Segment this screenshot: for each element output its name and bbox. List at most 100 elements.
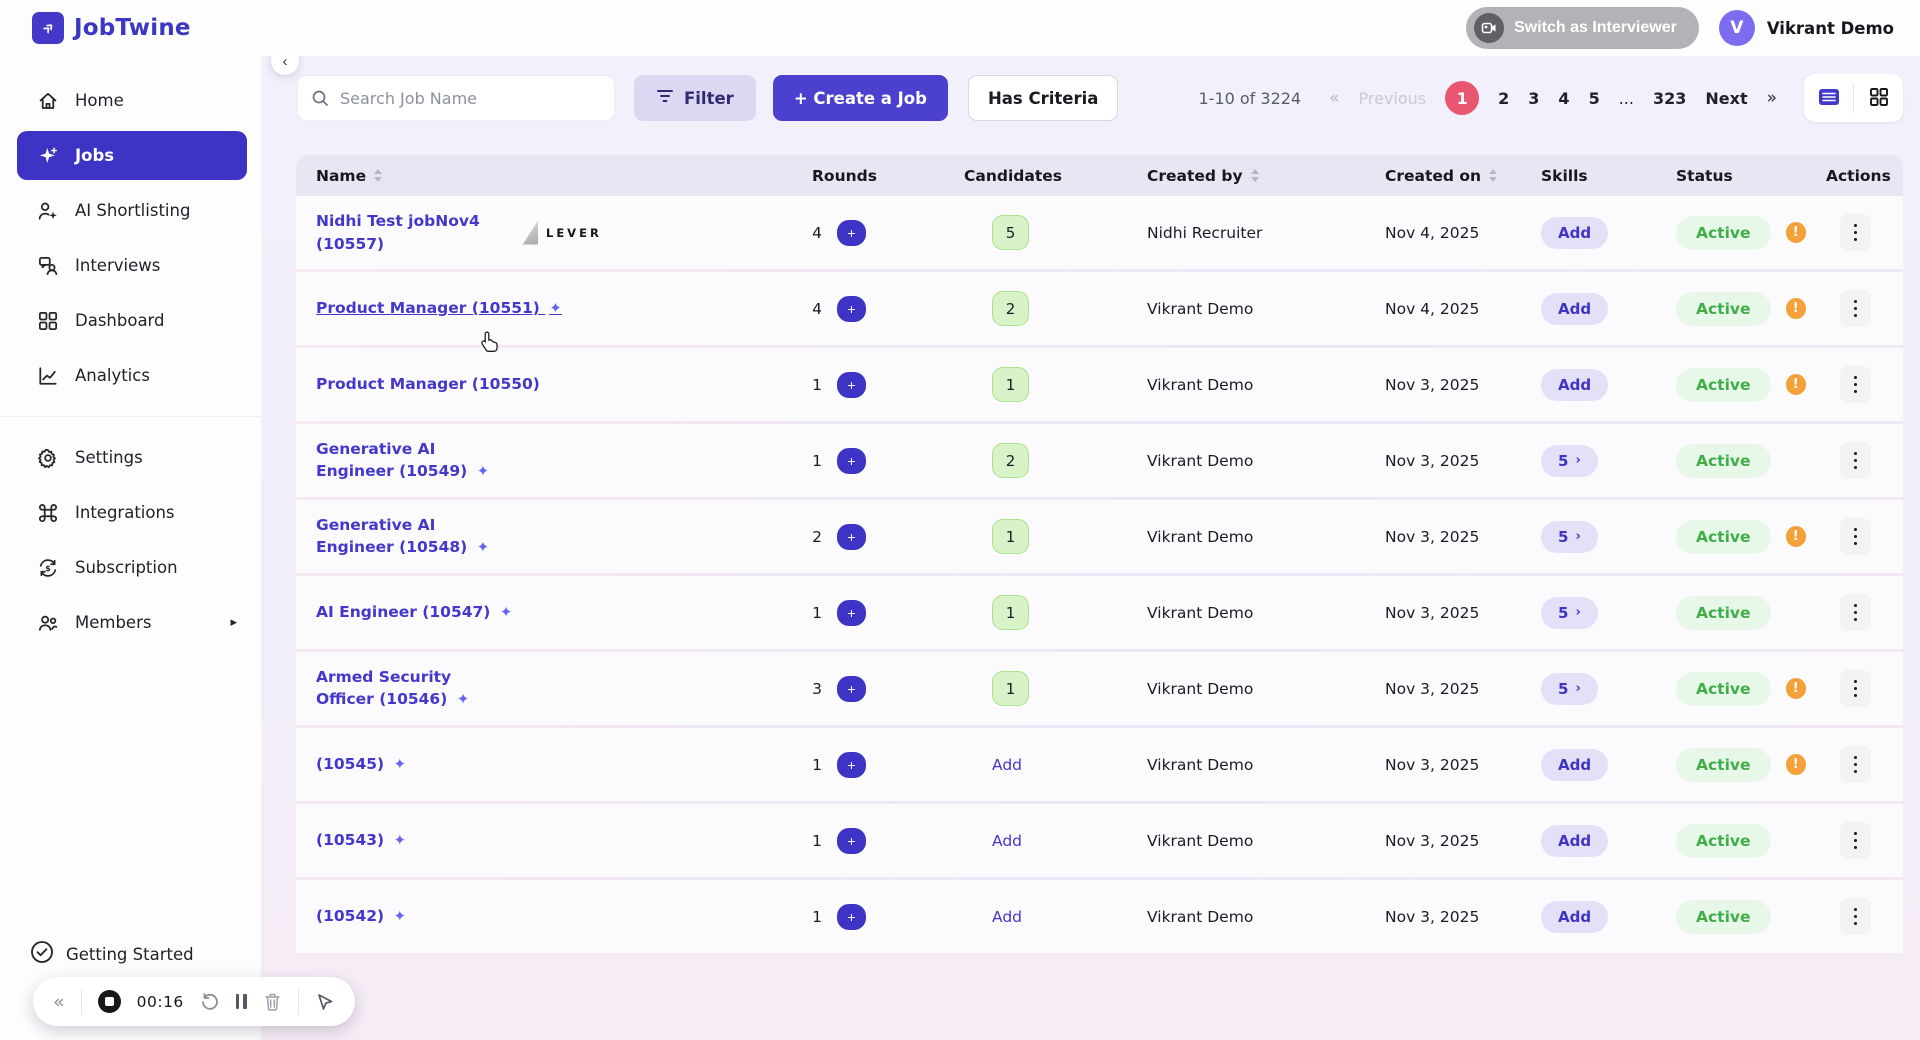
column-header-created-by[interactable]: Created by <box>1127 167 1365 185</box>
grid-view-button[interactable] <box>1854 74 1903 122</box>
sidebar-item-settings[interactable]: Settings <box>17 433 247 482</box>
pagination-next[interactable]: Next <box>1705 89 1747 108</box>
restart-recording-icon[interactable] <box>200 992 220 1012</box>
add-skills-pill[interactable]: Add <box>1541 825 1608 857</box>
candidates-count-pill[interactable]: 5 <box>992 215 1029 250</box>
add-skills-pill[interactable]: Add <box>1541 369 1608 401</box>
user-menu[interactable]: V Vikrant Demo <box>1719 10 1894 46</box>
add-skills-pill[interactable]: Add <box>1541 217 1608 249</box>
job-name-link[interactable]: Generative AI Engineer (10548) ✦ <box>316 514 496 559</box>
sidebar-item-dashboard[interactable]: Dashboard <box>17 296 247 345</box>
add-round-button[interactable]: + <box>837 524 866 550</box>
sort-icon[interactable] <box>1489 169 1497 182</box>
cell-skills: Add <box>1521 825 1656 857</box>
row-actions-menu-button[interactable] <box>1840 822 1871 859</box>
skills-count-pill[interactable]: 5› <box>1541 673 1598 705</box>
candidates-count-pill[interactable]: 2 <box>992 291 1029 326</box>
sidebar-item-integrations[interactable]: Integrations <box>17 488 247 537</box>
candidates-count-pill[interactable]: 1 <box>992 519 1029 554</box>
job-name-link[interactable]: (10545) ✦ <box>316 753 406 776</box>
candidates-count-pill[interactable]: 1 <box>992 671 1029 706</box>
pagination-prev-symbol[interactable]: « <box>1329 88 1339 108</box>
job-name-link[interactable]: Nidhi Test jobNov4 (10557) <box>316 210 496 255</box>
add-candidates-link[interactable]: Add <box>992 908 1022 926</box>
cell-rounds: 1 + <box>792 904 944 930</box>
candidates-count-pill[interactable]: 1 <box>992 367 1029 402</box>
lever-integration-logo: LEVER <box>520 221 602 245</box>
candidates-count-pill[interactable]: 1 <box>992 595 1029 630</box>
cell-actions <box>1806 442 1903 479</box>
skills-count-pill[interactable]: 5› <box>1541 521 1598 553</box>
row-actions-menu-button[interactable] <box>1840 746 1871 783</box>
sidebar-item-analytics[interactable]: Analytics <box>17 351 247 400</box>
column-header-created-on[interactable]: Created on <box>1365 167 1521 185</box>
sidebar-item-ai-shortlisting[interactable]: AI Shortlisting <box>17 186 247 235</box>
skills-count-pill[interactable]: 5› <box>1541 597 1598 629</box>
row-actions-menu-button[interactable] <box>1840 594 1871 631</box>
job-name-link[interactable]: (10542) ✦ <box>316 905 406 928</box>
pagination-page-2[interactable]: 2 <box>1498 89 1509 108</box>
add-round-button[interactable]: + <box>837 828 866 854</box>
job-name-link[interactable]: AI Engineer (10547) ✦ <box>316 601 512 624</box>
add-skills-pill[interactable]: Add <box>1541 901 1608 933</box>
getting-started[interactable]: Getting Started <box>30 940 194 968</box>
skills-pill-label: 5 <box>1558 604 1568 622</box>
pagination-page-4[interactable]: 4 <box>1558 89 1569 108</box>
sort-icon[interactable] <box>1251 169 1259 182</box>
list-view-button[interactable] <box>1804 74 1853 122</box>
row-actions-menu-button[interactable] <box>1840 518 1871 555</box>
brand[interactable]: » JobTwine <box>32 12 191 44</box>
pagination-page-1[interactable]: 1 <box>1445 81 1479 115</box>
add-candidates-link[interactable]: Add <box>992 756 1022 774</box>
sidebar-item-label: AI Shortlisting <box>75 201 190 220</box>
cell-created-by: Nidhi Recruiter <box>1127 224 1365 242</box>
pagination-previous[interactable]: Previous <box>1359 89 1427 108</box>
row-actions-menu-button[interactable] <box>1840 442 1871 479</box>
select-cursor-icon[interactable] <box>315 992 335 1012</box>
sidebar-item-interviews[interactable]: Interviews <box>17 241 247 290</box>
add-round-button[interactable]: + <box>837 752 866 778</box>
job-name-link[interactable]: Product Manager (10550) <box>316 373 540 395</box>
add-round-button[interactable]: + <box>837 448 866 474</box>
pagination-page-323[interactable]: 323 <box>1653 89 1686 108</box>
column-header-name[interactable]: Name <box>296 167 792 185</box>
pagination-page-3[interactable]: 3 <box>1528 89 1539 108</box>
row-actions-menu-button[interactable] <box>1840 898 1871 935</box>
delete-recording-icon[interactable] <box>263 992 282 1012</box>
cell-candidates: 2 <box>944 291 1127 326</box>
sidebar-item-jobs[interactable]: Jobs <box>17 131 247 180</box>
pagination-next-symbol[interactable]: » <box>1767 88 1777 108</box>
add-round-button[interactable]: + <box>837 904 866 930</box>
add-skills-pill[interactable]: Add <box>1541 749 1608 781</box>
add-round-button[interactable]: + <box>837 600 866 626</box>
stop-recording-button[interactable] <box>98 990 121 1013</box>
collapse-recorder-icon[interactable]: « <box>53 991 65 1013</box>
add-round-button[interactable]: + <box>837 676 866 702</box>
row-actions-menu-button[interactable] <box>1840 670 1871 707</box>
skills-count-pill[interactable]: 5› <box>1541 445 1598 477</box>
switch-as-interviewer-button[interactable]: Switch as Interviewer <box>1466 7 1699 49</box>
sidebar-item-subscription[interactable]: $Subscription <box>17 543 247 592</box>
job-name-link[interactable]: Product Manager (10551) ✦ <box>316 297 562 320</box>
candidates-count-pill[interactable]: 2 <box>992 443 1029 478</box>
add-round-button[interactable]: + <box>837 296 866 322</box>
row-actions-menu-button[interactable] <box>1840 214 1871 251</box>
filter-button[interactable]: Filter <box>634 75 756 121</box>
job-name-link[interactable]: Generative AI Engineer (10549) ✦ <box>316 438 496 483</box>
add-candidates-link[interactable]: Add <box>992 832 1022 850</box>
job-name-link[interactable]: (10543) ✦ <box>316 829 406 852</box>
add-round-button[interactable]: + <box>837 372 866 398</box>
add-skills-pill[interactable]: Add <box>1541 293 1608 325</box>
pagination-page-5[interactable]: 5 <box>1589 89 1600 108</box>
sort-icon[interactable] <box>374 169 382 182</box>
has-criteria-button[interactable]: Has Criteria <box>968 75 1118 121</box>
add-round-button[interactable]: + <box>837 220 866 246</box>
row-actions-menu-button[interactable] <box>1840 290 1871 327</box>
sidebar-item-members[interactable]: Members▸ <box>17 598 247 647</box>
create-job-button[interactable]: + Create a Job <box>773 75 948 121</box>
job-name-link[interactable]: Armed Security Officer (10546) ✦ <box>316 666 496 711</box>
pause-recording-icon[interactable] <box>236 994 247 1009</box>
sidebar-item-home[interactable]: Home <box>17 76 247 125</box>
row-actions-menu-button[interactable] <box>1840 366 1871 403</box>
search-input[interactable] <box>297 75 615 121</box>
